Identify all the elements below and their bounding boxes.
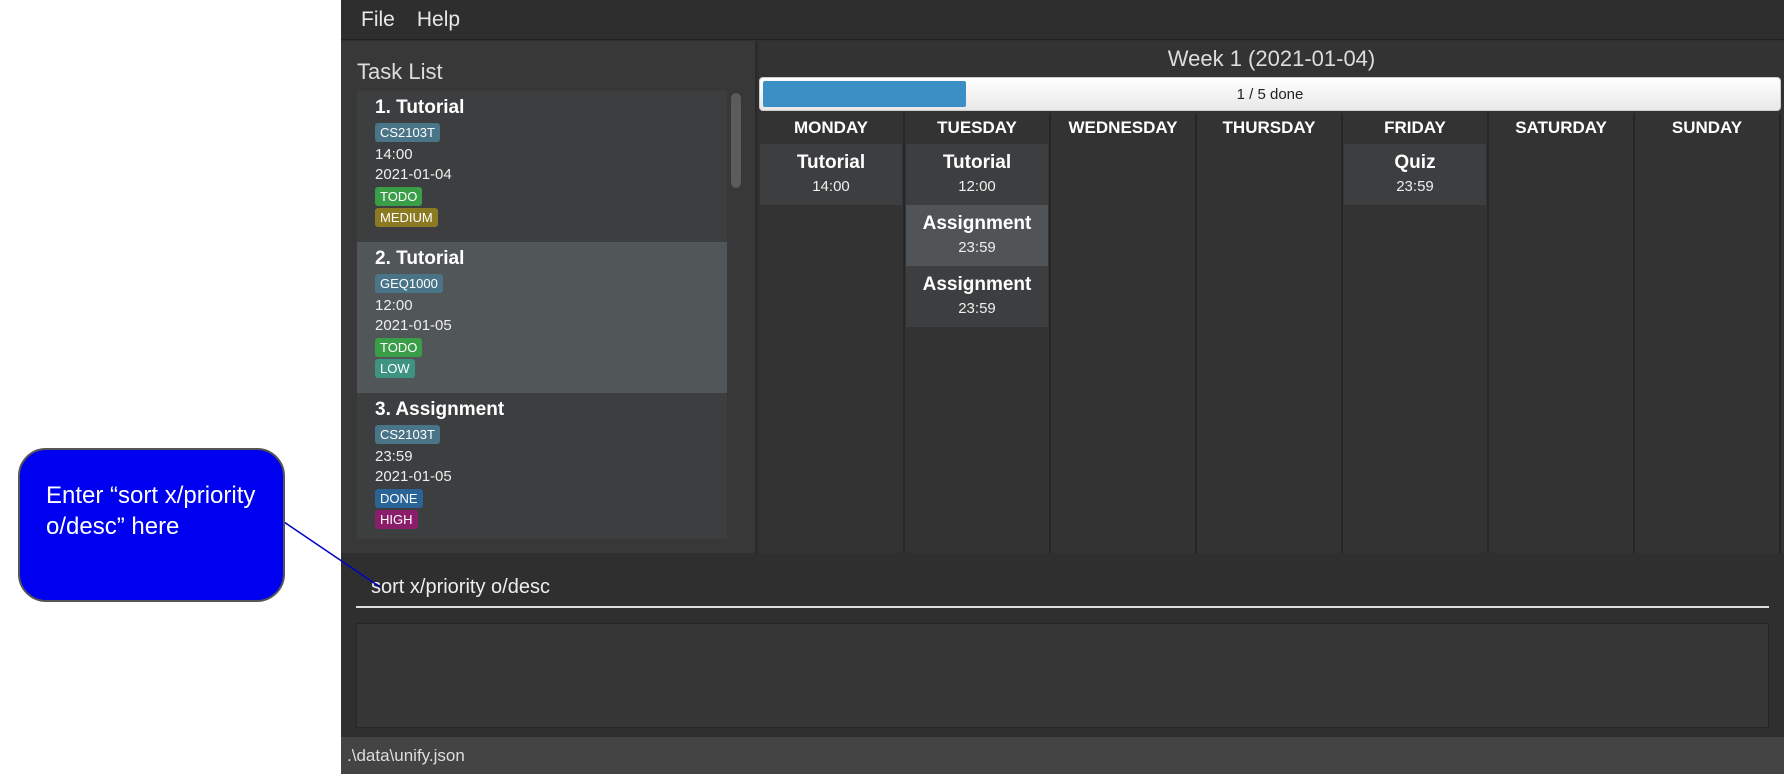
callout-pointer bbox=[283, 521, 381, 588]
callout-annotation: Enter “sort x/priority o/desc” here bbox=[18, 448, 285, 602]
